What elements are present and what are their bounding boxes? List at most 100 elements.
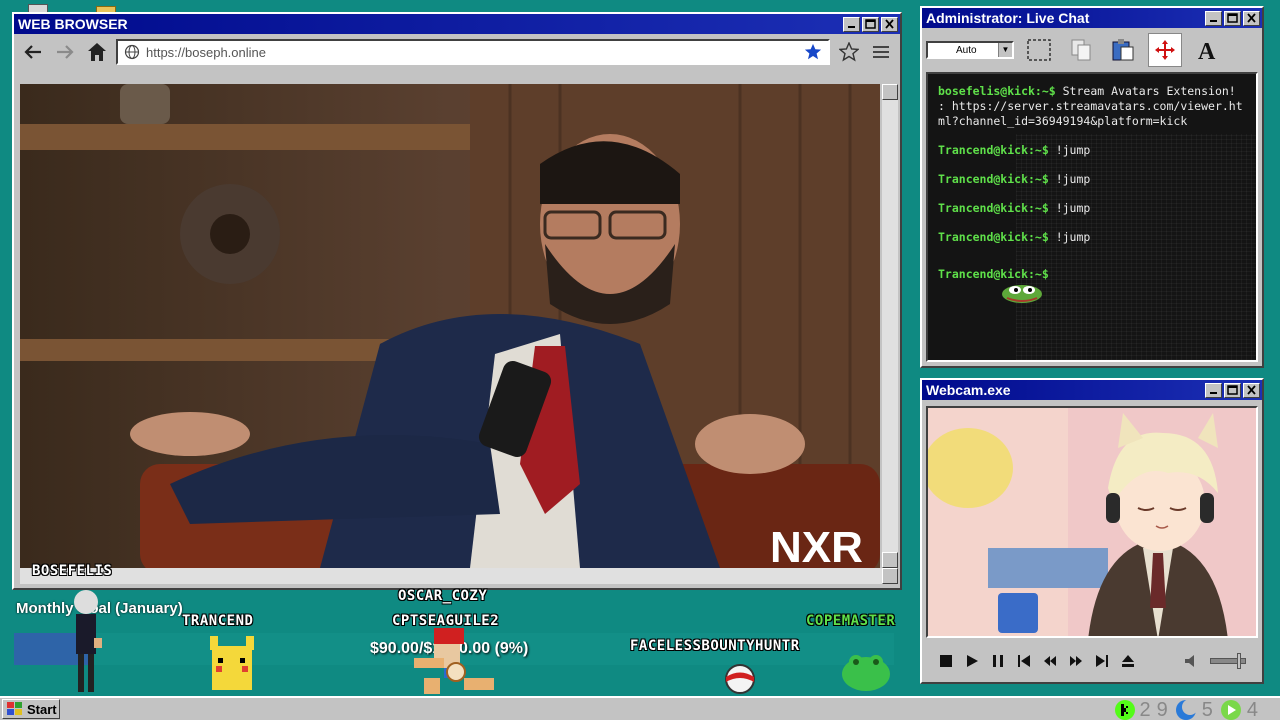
video-viewport[interactable]: NXR (20, 84, 880, 568)
moon-icon[interactable] (1174, 699, 1198, 720)
pixel-avatar-runner (414, 628, 494, 694)
minimize-icon (1210, 392, 1217, 394)
skip-back-icon (1018, 655, 1030, 667)
close-icon (1247, 385, 1256, 395)
browser-navbar: https://boseph.online (14, 34, 900, 70)
avatar-name: TRANCEND (182, 613, 254, 629)
system-tray: 2 9 5 4 (1114, 698, 1261, 720)
chat-window: Administrator: Live Chat Auto ▼ A bosefel… (920, 6, 1264, 368)
scroll-down-button[interactable] (882, 552, 898, 568)
globe-icon (124, 44, 140, 60)
arrow-right-icon (57, 45, 74, 59)
browser-title: WEB BROWSER (18, 16, 128, 32)
chat-message: bosefelis@kick:~$ Stream Avatars Extensi… (938, 84, 1246, 129)
scroll-up-button[interactable] (882, 84, 898, 100)
move-button[interactable] (1148, 33, 1182, 67)
windows-logo-icon (7, 702, 22, 715)
webcam-titlebar[interactable]: Webcam.exe (922, 380, 1262, 400)
browser-titlebar[interactable]: WEB BROWSER (14, 14, 900, 34)
volume-slider[interactable] (1210, 653, 1246, 669)
pepe-emote-icon (1002, 285, 1043, 303)
avatar-name: COPEMASTER (806, 613, 896, 629)
skip-forward-icon (1096, 655, 1108, 667)
horizontal-scrollbar[interactable] (20, 568, 898, 584)
maximize-icon (1227, 13, 1238, 23)
chat-username: Trancend@kick:~$ (938, 201, 1049, 215)
maximize-button[interactable] (862, 16, 879, 32)
tray-counter: 4 (1246, 698, 1260, 720)
tray-counter: 2 (1139, 698, 1153, 720)
menu-button[interactable] (868, 39, 894, 65)
stop-button[interactable] (938, 653, 954, 669)
chat-titlebar[interactable]: Administrator: Live Chat (922, 8, 1262, 28)
pause-button[interactable] (990, 653, 1006, 669)
skip-forward-button[interactable] (1094, 653, 1110, 669)
home-icon (88, 43, 106, 61)
chat-username: Trancend@kick:~$ (938, 267, 1049, 281)
fast-forward-button[interactable] (1068, 653, 1084, 669)
scroll-right-button[interactable] (882, 568, 898, 584)
eject-icon (1122, 655, 1134, 667)
select-tool-button[interactable] (1022, 33, 1056, 67)
chat-message: Trancend@kick:~$ (938, 267, 1246, 319)
paste-button[interactable] (1106, 33, 1140, 67)
fast-forward-icon (1070, 656, 1082, 666)
rewind-icon (1044, 656, 1056, 666)
video-watermark: NXR (770, 523, 863, 568)
media-controls (926, 646, 1258, 676)
font-size-select[interactable]: Auto ▼ (926, 41, 1014, 59)
video-frame: NXR (20, 84, 880, 568)
minimize-button[interactable] (1205, 382, 1222, 398)
close-icon (885, 19, 894, 29)
play-button[interactable] (964, 653, 980, 669)
minimize-button[interactable] (1205, 10, 1222, 26)
speaker-icon (1185, 655, 1194, 667)
maximize-button[interactable] (1224, 382, 1241, 398)
close-icon (1247, 13, 1256, 23)
stop-icon (940, 655, 952, 667)
url-text: https://boseph.online (146, 44, 266, 60)
anime-avatar-image (928, 408, 1256, 636)
back-button[interactable] (20, 39, 46, 65)
bookmark-button[interactable] (836, 39, 862, 65)
chat-message: Trancend@kick:~$ !jump (938, 201, 1246, 216)
close-button[interactable] (881, 16, 898, 32)
webcam-window: Webcam.exe (920, 378, 1264, 684)
chat-text: !jump (1048, 230, 1091, 244)
rewind-button[interactable] (1042, 653, 1058, 669)
skip-back-button[interactable] (1016, 653, 1032, 669)
chat-text: !jump (1048, 143, 1091, 157)
maximize-button[interactable] (1224, 10, 1241, 26)
vertical-scrollbar[interactable] (882, 84, 898, 568)
font-a-icon: A (1198, 39, 1216, 62)
maximize-icon (1227, 385, 1238, 395)
tray-counter: 9 (1156, 698, 1170, 720)
selection-icon (1027, 39, 1051, 61)
svg-text:A: A (1198, 39, 1216, 62)
pixel-avatar-ninja (74, 590, 102, 692)
close-button[interactable] (1243, 10, 1260, 26)
tray-counter: 5 (1201, 698, 1215, 720)
star-filled-icon[interactable] (804, 43, 822, 61)
copy-icon (1071, 39, 1091, 61)
home-button[interactable] (84, 39, 110, 65)
pixel-avatar-frog (842, 655, 890, 691)
browser-window: WEB BROWSER https://boseph.online NXR (12, 12, 902, 590)
volume-button[interactable] (1184, 653, 1200, 669)
chat-username: Trancend@kick:~$ (938, 172, 1049, 186)
minimize-button[interactable] (843, 16, 860, 32)
play-circle-icon[interactable] (1219, 699, 1243, 720)
pixel-avatar-egg (725, 664, 755, 694)
close-button[interactable] (1243, 382, 1260, 398)
forward-button[interactable] (52, 39, 78, 65)
paste-icon (1112, 39, 1134, 61)
font-button[interactable]: A (1190, 33, 1224, 67)
address-bar[interactable]: https://boseph.online (116, 39, 830, 65)
chat-log[interactable]: bosefelis@kick:~$ Stream Avatars Extensi… (926, 72, 1258, 362)
kick-logo-icon[interactable] (1114, 699, 1136, 720)
copy-button[interactable] (1064, 33, 1098, 67)
avatar-name: OSCAR_COZY (398, 588, 488, 604)
star-outline-icon (839, 42, 859, 62)
start-button[interactable]: Start (2, 699, 60, 719)
eject-button[interactable] (1120, 653, 1136, 669)
